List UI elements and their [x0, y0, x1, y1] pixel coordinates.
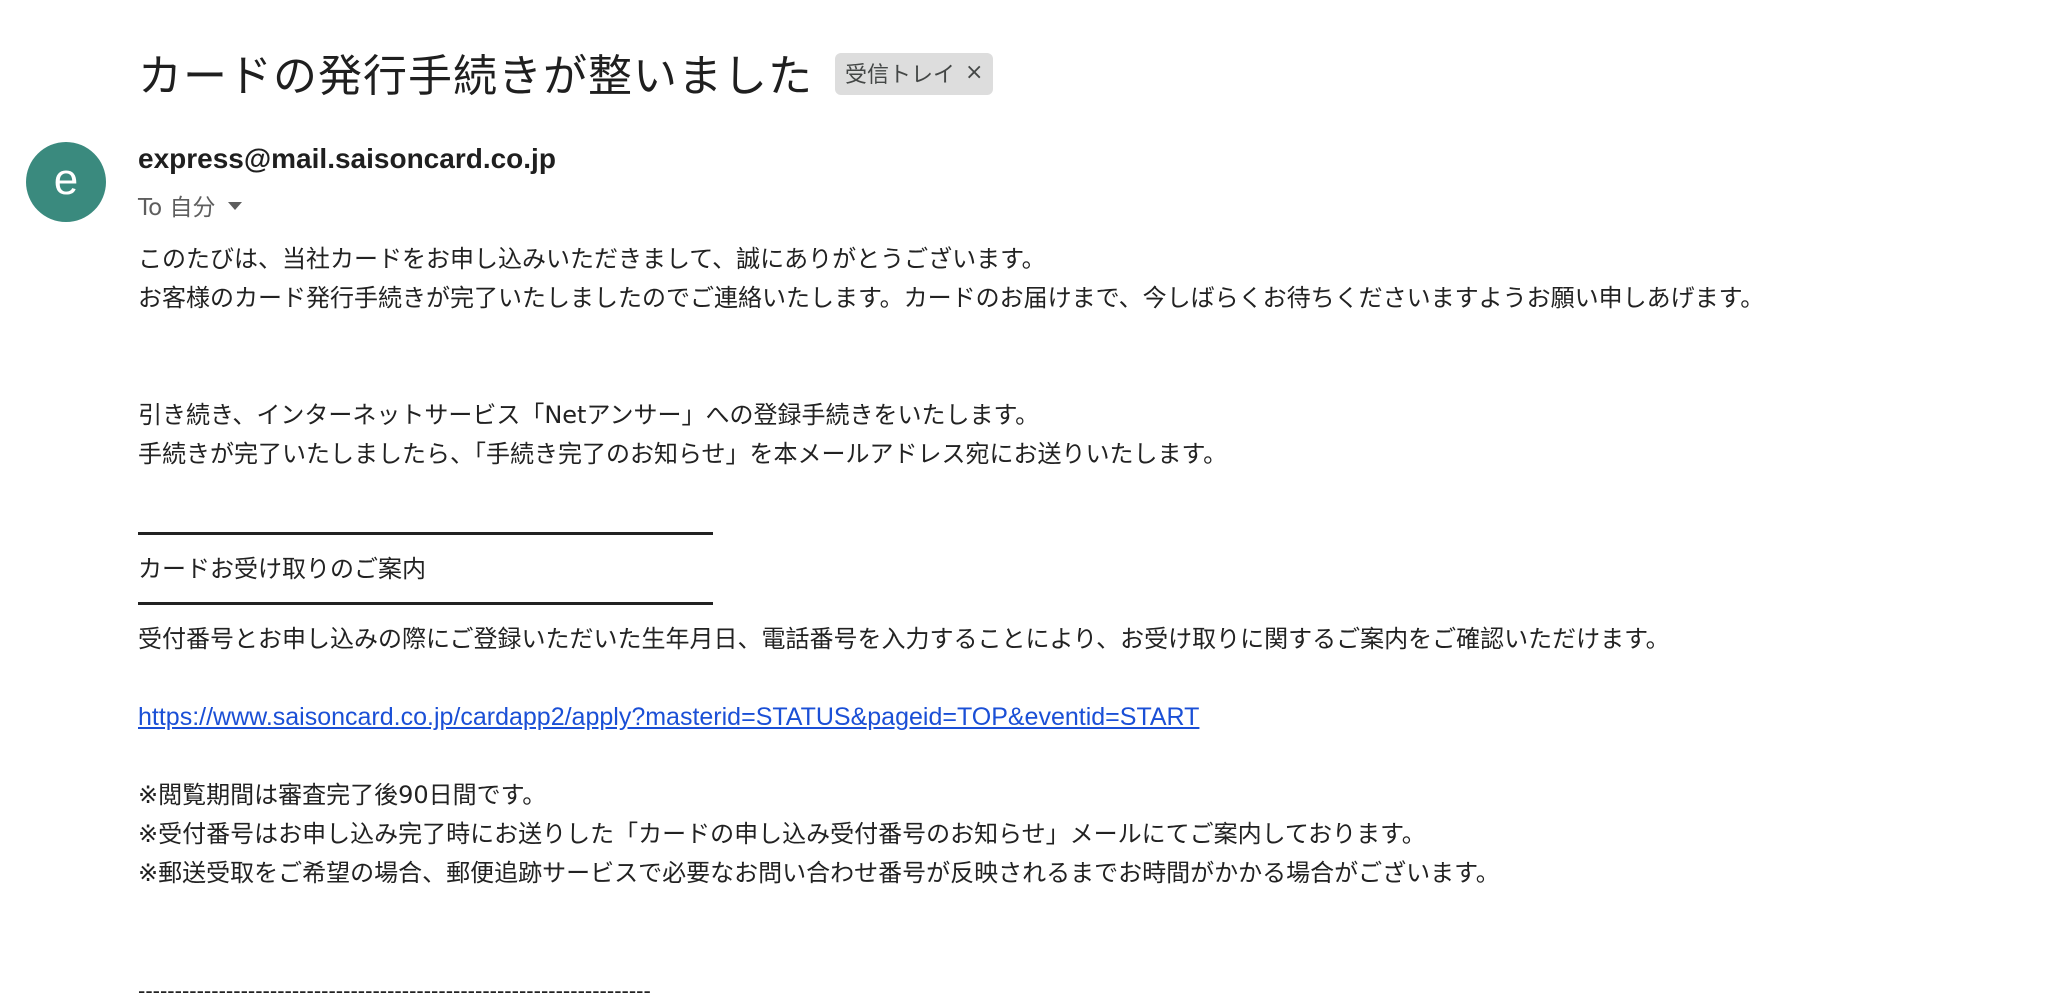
subject-row: カードの発行手続きが整いました 受信トレイ × [138, 40, 994, 104]
note-text: ※受付番号はお申し込み完了時にお送りした「カードの申し込み受付番号のお知らせ」メ… [138, 820, 1426, 848]
body-text: 受付番号とお申し込みの際にご登録いただいた生年月日、電話番号を入力することにより… [138, 625, 1670, 653]
email-body: このたびは、当社カードをお申し込みいただきまして、誠にありがとうございます。 お… [138, 240, 2018, 1002]
body-text: 引き続き、インターネットサービス「Netアンサー」への登録手続きをいたします。 [138, 401, 1040, 429]
caret-down-icon[interactable] [227, 202, 242, 210]
email-view: カードの発行手続きが整いました 受信トレイ × e express@mail.s… [0, 0, 2050, 1002]
body-text: 手続きが完了いたしましたら、「手続き完了のお知らせ」を本メールアドレス宛にお送り… [138, 440, 1228, 468]
dashed-divider: ----------------------------------------… [138, 978, 651, 1002]
body-text: お客様のカード発行手続きが完了いたしましたのでご連絡いたします。カードのお届けま… [138, 284, 1765, 312]
avatar-letter: e [53, 155, 79, 204]
note-text: ※郵送受取をご希望の場合、郵便追跡サービスで必要なお問い合わせ番号が反映されるま… [138, 859, 1500, 887]
inbox-label-text: 受信トレイ [845, 63, 956, 88]
recipient-details-toggle[interactable]: To 自分 [138, 188, 242, 222]
status-check-link[interactable]: https://www.saisoncard.co.jp/cardapp2/ap… [138, 703, 1199, 731]
sender-avatar[interactable]: e [26, 142, 106, 222]
remove-label-icon[interactable]: × [965, 62, 983, 84]
recipient-text: To 自分 [138, 195, 216, 221]
note-text: ※閲覧期間は審査完了後90日間です。 [138, 781, 547, 809]
email-subject: カードの発行手続きが整いました [138, 51, 813, 102]
section-title: カードお受け取りのご案内 [138, 555, 426, 583]
inbox-label-chip[interactable]: 受信トレイ × [835, 53, 994, 95]
sender-address[interactable]: express@mail.saisoncard.co.jp [138, 143, 556, 175]
body-text: このたびは、当社カードをお申し込みいただきまして、誠にありがとうございます。 [138, 245, 1046, 273]
